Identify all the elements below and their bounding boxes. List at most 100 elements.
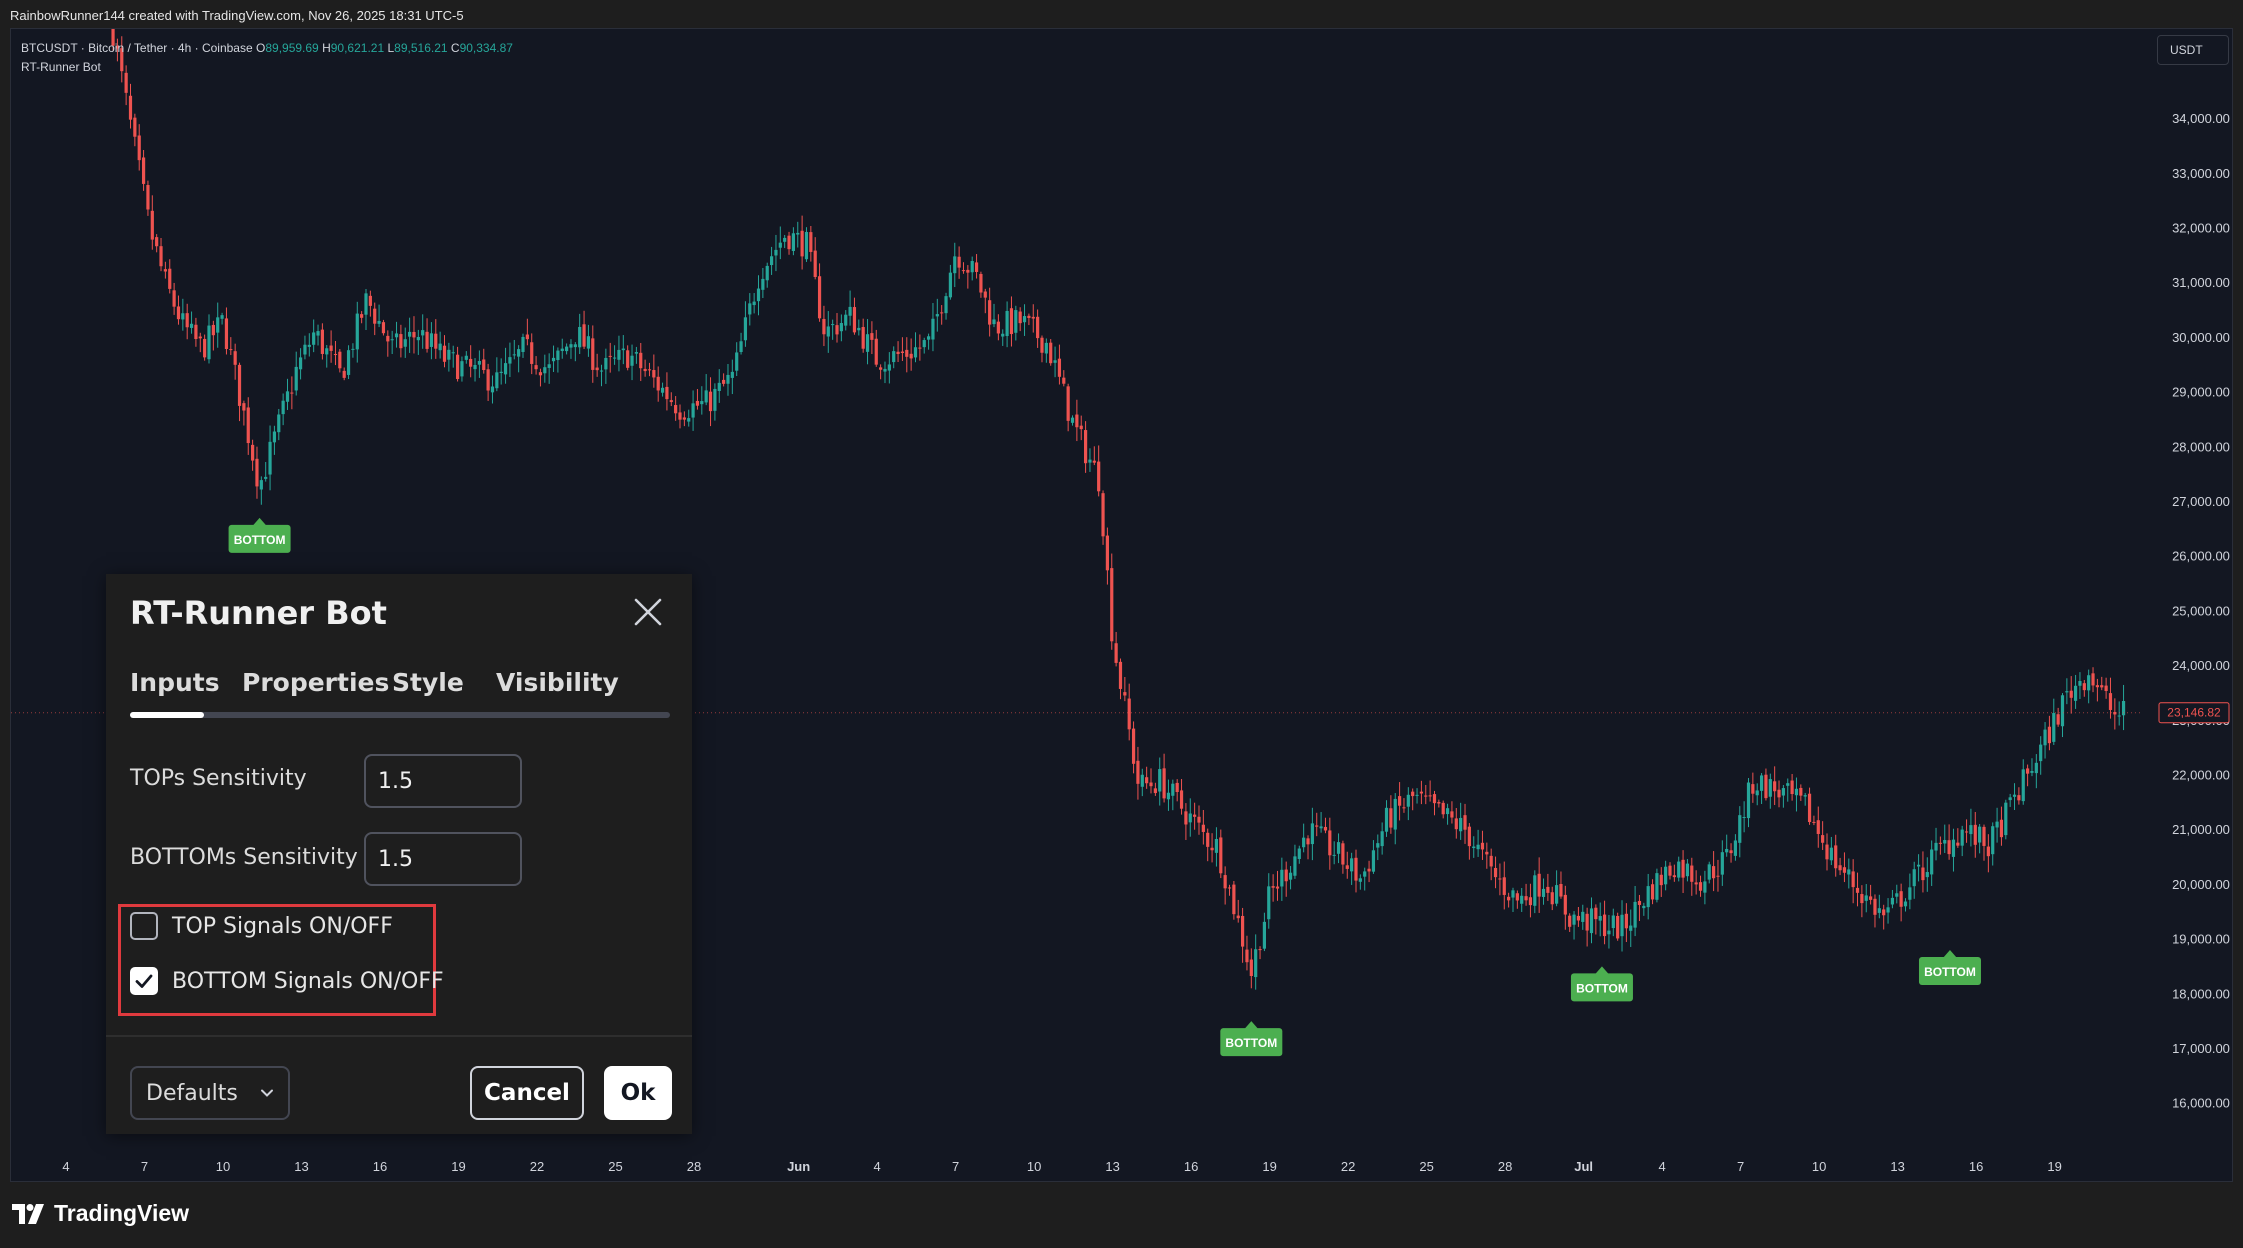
indicator-name[interactable]: RT-Runner Bot bbox=[21, 58, 513, 77]
candle-body bbox=[953, 256, 957, 274]
candle-body bbox=[1323, 826, 1328, 831]
candle-body bbox=[591, 338, 595, 370]
candle-body bbox=[1271, 886, 1275, 888]
candle-body bbox=[1044, 342, 1048, 354]
candle-body bbox=[394, 333, 399, 338]
candle-body bbox=[940, 312, 944, 314]
y-tick-label: 25,000.00 bbox=[2172, 603, 2230, 618]
candle-body bbox=[809, 232, 813, 252]
candle-body bbox=[1716, 875, 1720, 877]
candle-body bbox=[1118, 661, 1123, 689]
candle-body bbox=[2034, 762, 2038, 774]
candle-body bbox=[1493, 867, 1498, 878]
candle-body bbox=[1415, 794, 1419, 796]
top-signals-checkbox[interactable] bbox=[130, 912, 158, 940]
candle-body bbox=[1240, 915, 1245, 947]
close-icon[interactable] bbox=[632, 596, 664, 628]
tab-visibility[interactable]: Visibility bbox=[496, 668, 619, 697]
candle-body bbox=[390, 339, 394, 341]
candle-body bbox=[1079, 425, 1083, 430]
candle-body bbox=[447, 349, 451, 360]
candle-body bbox=[1986, 846, 1990, 857]
x-tick-label: 7 bbox=[141, 1159, 148, 1174]
tops-sensitivity-input[interactable] bbox=[364, 754, 522, 808]
candle-body bbox=[1999, 819, 2004, 838]
candle-body bbox=[1964, 831, 1969, 833]
candle-body bbox=[1424, 795, 1428, 797]
candle-body bbox=[1838, 865, 1842, 871]
candle-body bbox=[2052, 713, 2056, 742]
candle-body bbox=[1938, 842, 1942, 844]
chevron-down-icon bbox=[261, 1089, 273, 1097]
candle-body bbox=[1982, 826, 1986, 846]
candle-body bbox=[2069, 690, 2073, 698]
candle-body bbox=[1903, 901, 1908, 907]
candle-body bbox=[2026, 768, 2030, 774]
candle-body bbox=[918, 347, 922, 349]
candle-body bbox=[1275, 886, 1280, 889]
bottom-signals-checkbox[interactable] bbox=[130, 967, 158, 995]
candle-body bbox=[1746, 782, 1751, 819]
candle-body bbox=[1053, 360, 1057, 363]
candle-body bbox=[979, 273, 983, 293]
candle-body bbox=[1646, 886, 1650, 908]
candle-body bbox=[1991, 826, 1995, 855]
x-tick-label: 10 bbox=[1027, 1159, 1041, 1174]
candle-body bbox=[285, 391, 290, 402]
candle-body bbox=[1550, 892, 1554, 905]
candle-body bbox=[1454, 818, 1458, 830]
x-tick-label: 4 bbox=[62, 1159, 69, 1174]
candle-body bbox=[1908, 887, 1912, 900]
indicator-settings-dialog: RT-Runner Bot Inputs Properties Style Vi… bbox=[106, 574, 692, 1134]
candle-body bbox=[150, 210, 154, 240]
candle-body bbox=[2100, 685, 2104, 688]
candle-body bbox=[1441, 802, 1445, 815]
candle-body bbox=[1790, 780, 1794, 795]
tab-track bbox=[130, 712, 670, 718]
bottoms-sensitivity-input[interactable] bbox=[364, 832, 522, 886]
candle-body bbox=[2082, 683, 2086, 691]
tab-properties[interactable]: Properties bbox=[242, 668, 389, 697]
ok-button[interactable]: Ok bbox=[604, 1066, 672, 1120]
candle-body bbox=[1005, 310, 1009, 337]
candle-body bbox=[608, 355, 612, 357]
x-tick-label: 4 bbox=[1659, 1159, 1666, 1174]
candle-body bbox=[752, 301, 756, 306]
cancel-button[interactable]: Cancel bbox=[470, 1066, 584, 1120]
candle-body bbox=[1066, 386, 1070, 421]
candle-body bbox=[870, 333, 874, 340]
candle-body bbox=[503, 363, 508, 375]
candle-body bbox=[835, 325, 839, 335]
candle-body bbox=[717, 382, 721, 391]
tradingview-logo[interactable]: TradingView bbox=[12, 1200, 189, 1227]
candle-body bbox=[1341, 843, 1345, 865]
top-signals-label: TOP Signals ON/OFF bbox=[172, 913, 393, 939]
candle-body bbox=[499, 371, 503, 373]
x-tick-label: 7 bbox=[952, 1159, 959, 1174]
candle-body bbox=[203, 338, 207, 358]
candle-body bbox=[277, 414, 281, 433]
candle-body bbox=[1698, 882, 1703, 891]
candle-body bbox=[1467, 826, 1471, 847]
candle-body bbox=[1816, 820, 1820, 834]
tab-inputs[interactable]: Inputs bbox=[130, 668, 220, 697]
candle-body bbox=[2056, 714, 2060, 725]
candle-body bbox=[290, 392, 294, 394]
tab-style[interactable]: Style bbox=[392, 668, 464, 697]
y-tick-label: 26,000.00 bbox=[2172, 549, 2230, 564]
currency-selector[interactable]: USDT bbox=[2157, 35, 2229, 65]
bottom-signals-toggle[interactable]: BOTTOM Signals ON/OFF bbox=[130, 964, 444, 998]
candle-body bbox=[517, 349, 521, 357]
top-signals-toggle[interactable]: TOP Signals ON/OFF bbox=[130, 909, 393, 943]
candle-body bbox=[726, 374, 730, 384]
candle-body bbox=[146, 185, 150, 210]
candle-body bbox=[377, 320, 381, 324]
candle-body bbox=[739, 341, 743, 353]
candle-body bbox=[2095, 685, 2099, 688]
x-tick-label: 22 bbox=[530, 1159, 544, 1174]
candle-body bbox=[1642, 905, 1646, 909]
candle-body bbox=[778, 242, 782, 248]
candle-body bbox=[774, 249, 778, 256]
defaults-dropdown[interactable]: Defaults bbox=[130, 1066, 290, 1120]
candle-body bbox=[1807, 793, 1812, 823]
